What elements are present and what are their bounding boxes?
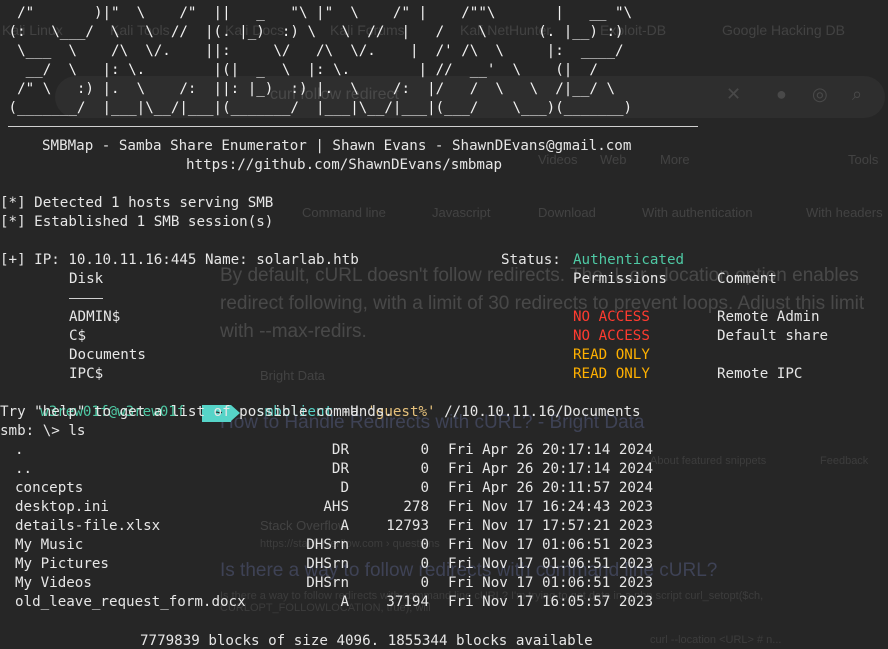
command-path: //10.10.11.16/Documents xyxy=(444,404,641,420)
share-permission: NO ACCESS xyxy=(573,309,650,325)
file-size: 12793 xyxy=(386,518,429,534)
file-date: Fri Nov 17 01:06:51 2023 xyxy=(448,537,653,553)
smb-sessions-line: [*] Established 1 SMB session(s) xyxy=(0,214,274,230)
share-permission: READ ONLY xyxy=(573,347,650,363)
file-attributes: A xyxy=(340,518,349,534)
share-name: C$ xyxy=(69,328,87,344)
file-name: My Videos xyxy=(15,575,92,591)
file-name: My Pictures xyxy=(15,556,109,572)
file-date: Fri Apr 26 20:17:14 2024 xyxy=(448,442,653,458)
help-line: Try "help" to get a list of possible com… xyxy=(0,404,393,420)
file-size: 0 xyxy=(420,461,429,477)
file-size: 0 xyxy=(420,480,429,496)
file-date: Fri Nov 17 01:06:51 2023 xyxy=(448,556,653,572)
file-attributes: DR xyxy=(331,461,349,477)
file-attributes: AHS xyxy=(323,499,349,515)
file-name: details-file.xlsx xyxy=(15,518,161,534)
file-size: 0 xyxy=(420,537,429,553)
file-date: Fri Nov 17 16:05:57 2023 xyxy=(448,594,653,610)
status-label: Status: xyxy=(501,252,561,268)
file-name: My Music xyxy=(15,537,84,553)
banner-rule xyxy=(8,126,698,127)
file-name: .. xyxy=(15,461,33,477)
file-name: desktop.ini xyxy=(15,499,109,515)
file-size: 0 xyxy=(420,556,429,572)
blocks-summary: 7779839 blocks of size 4096. 1855344 blo… xyxy=(140,633,593,649)
file-date: Fri Apr 26 20:17:14 2024 xyxy=(448,461,653,477)
file-attributes: DHSrn xyxy=(306,556,349,572)
share-permission: NO ACCESS xyxy=(573,328,650,344)
credit-line: SMBMap - Samba Share Enumerator | Shawn … xyxy=(42,138,632,154)
terminal-window[interactable]: /" )|" \ /" || _ "\ |" \ /" | /""\ | __ … xyxy=(0,0,888,649)
detected-hosts-line: [*] Detected 1 hosts serving SMB xyxy=(0,195,274,211)
share-name: IPC$ xyxy=(69,366,104,382)
disk-header-underline xyxy=(69,298,103,299)
share-comment: Remote IPC xyxy=(717,366,803,382)
file-size: 37194 xyxy=(386,594,429,610)
file-size: 0 xyxy=(420,442,429,458)
share-name: ADMIN$ xyxy=(69,309,121,325)
share-permission: READ ONLY xyxy=(573,366,650,382)
url-line: https://github.com/ShawnDEvans/smbmap xyxy=(186,157,503,173)
file-attributes: D xyxy=(340,480,349,496)
file-attributes: DR xyxy=(331,442,349,458)
status-value: Authenticated xyxy=(573,252,685,268)
file-name: concepts xyxy=(15,480,84,496)
command-prompt: w3rew01f@w3rew01f xyxy=(6,384,185,420)
file-size: 278 xyxy=(403,499,429,515)
comment-column-header: Comment xyxy=(717,271,777,287)
banner-line: __/ \ |: \. |(| _ \ |: \. | // __' \ (| … xyxy=(0,62,598,78)
file-attributes: A xyxy=(340,594,349,610)
file-attributes: DHSrn xyxy=(306,537,349,553)
file-date: Fri Nov 17 01:06:51 2023 xyxy=(448,575,653,591)
file-date: Fri Nov 17 16:24:43 2023 xyxy=(448,499,653,515)
share-name: Documents xyxy=(69,347,146,363)
share-comment: Default share xyxy=(717,328,829,344)
ip-line: [+] IP: 10.10.11.16:445 Name: solarlab.h… xyxy=(0,252,359,268)
file-size: 0 xyxy=(420,575,429,591)
banner-line: /" \ :) |. \ /: ||: |_) :) |. \ /: |/ / … xyxy=(0,81,615,97)
command-line[interactable]: smbclient -U 'guest%' //10.10.11.16/Docu… xyxy=(222,384,640,420)
file-name: old_leave_request_form.docx xyxy=(15,594,246,610)
file-date: Fri Nov 17 17:57:21 2023 xyxy=(448,518,653,534)
smb-prompt[interactable]: smb: \> ls xyxy=(0,422,85,441)
banner-line: \___ \ /\ \/. ||: \/ /\ \/. | /' /\ \ |:… xyxy=(0,43,624,59)
share-comment: Remote Admin xyxy=(717,309,820,325)
file-name: . xyxy=(15,442,24,458)
banner-line: /" )|" \ /" || _ "\ |" \ /" | /""\ | __ … xyxy=(0,5,633,21)
banner-line: (: \___/ \ \ // |(. |_) :) \ \ // | / \ … xyxy=(0,24,624,40)
permissions-column-header: Permissions xyxy=(573,271,667,287)
disk-column-header: Disk xyxy=(69,271,104,287)
banner-line: (_______/ |___|\__/|___|(_______/ |___|\… xyxy=(0,100,633,116)
file-attributes: DHSrn xyxy=(306,575,349,591)
file-date: Fri Apr 26 20:11:57 2024 xyxy=(448,480,653,496)
